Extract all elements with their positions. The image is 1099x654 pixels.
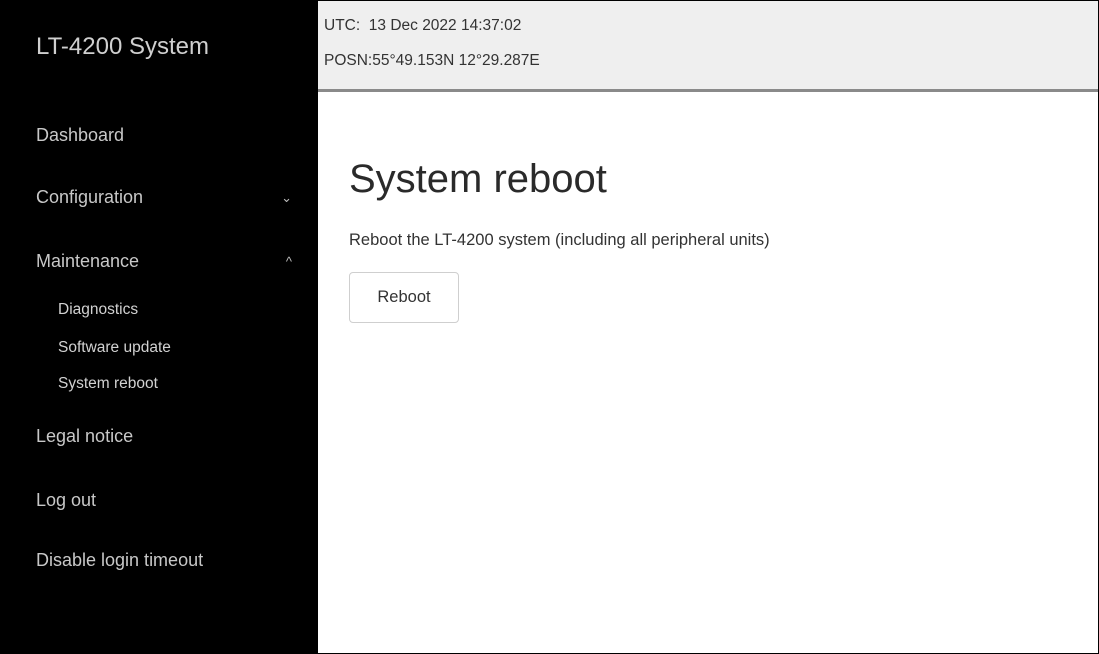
utc-time: UTC: 13 Dec 2022 14:37:02: [324, 17, 522, 34]
sidebar-item-label: Dashboard: [36, 125, 125, 145]
sidebar-item-disable-login-timeout[interactable]: Disable login timeout: [36, 550, 296, 571]
status-header: UTC: 13 Dec 2022 14:37:02 POSN:55°49.153…: [318, 1, 1098, 92]
app-window: LT-4200 System Dashboard Configuration ⌄…: [0, 0, 1099, 654]
sidebar-item-dashboard[interactable]: Dashboard: [36, 125, 296, 146]
chevron-up-icon: ^: [285, 254, 292, 269]
brand-title: LT-4200 System: [36, 33, 209, 60]
sidebar-subitem-software-update[interactable]: Software update: [58, 339, 171, 357]
sidebar-item-label: Disable login timeout: [36, 550, 204, 570]
page-description: Reboot the LT-4200 system (including all…: [349, 231, 770, 249]
sidebar-item-label: Maintenance: [36, 251, 140, 271]
position-readout: POSN:55°49.153N 12°29.287E: [324, 52, 540, 69]
sidebar-item-label: Legal notice: [36, 426, 134, 446]
sidebar-subitem-system-reboot[interactable]: System reboot: [58, 375, 158, 393]
sidebar-item-label: Configuration: [36, 187, 144, 207]
sidebar: LT-4200 System Dashboard Configuration ⌄…: [1, 1, 318, 653]
chevron-down-icon: ⌄: [281, 189, 292, 205]
sidebar-item-log-out[interactable]: Log out: [36, 490, 296, 511]
page-title: System reboot: [349, 157, 607, 201]
sidebar-item-label: Log out: [36, 490, 97, 510]
sidebar-item-configuration[interactable]: Configuration ⌄: [36, 187, 296, 208]
sidebar-subitem-diagnostics[interactable]: Diagnostics: [58, 301, 138, 319]
sidebar-item-legal-notice[interactable]: Legal notice: [36, 426, 296, 447]
sidebar-item-maintenance[interactable]: Maintenance ^: [36, 251, 296, 272]
reboot-button[interactable]: Reboot: [349, 272, 459, 323]
main-content: UTC: 13 Dec 2022 14:37:02 POSN:55°49.153…: [318, 1, 1098, 653]
